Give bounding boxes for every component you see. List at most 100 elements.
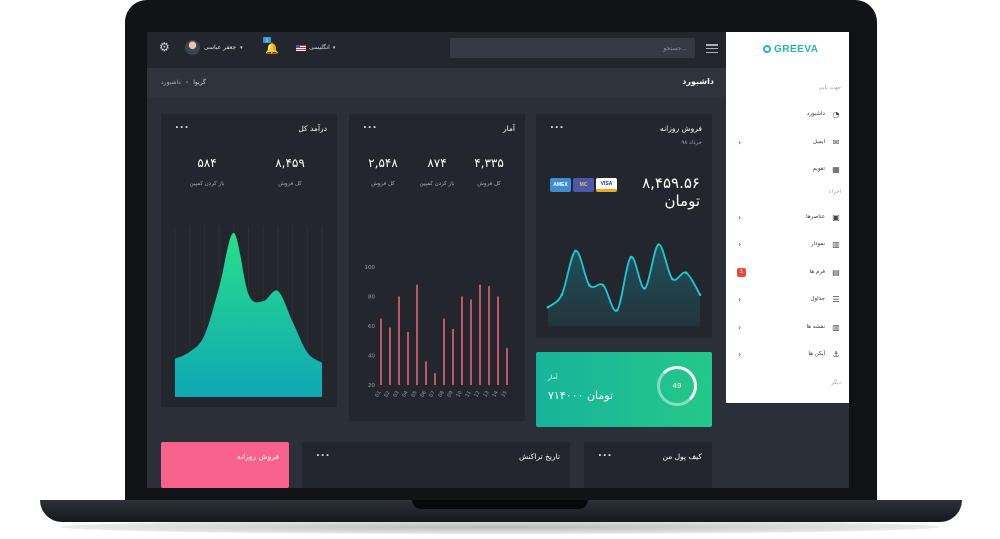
- x-tick-label: 04: [401, 390, 409, 399]
- data-point: [588, 283, 591, 287]
- chevron-left-icon: ‹: [738, 294, 742, 304]
- x-tick-label: 09: [446, 390, 454, 399]
- sidebar-item-label: فرم ها: [809, 269, 825, 275]
- sidebar-item-forms[interactable]: ▤ فرم ها 1: [734, 266, 841, 278]
- summary-amount: ۷۱۴۰۰۰ تومان: [548, 389, 614, 402]
- dashboard-screen: انگلیسی ▾ 🔔 1 جعفر عباسی ▾ ⚙ داشبورد داش…: [147, 32, 849, 488]
- sidebar-item-label: ایمیل: [812, 139, 825, 145]
- data-point: [698, 293, 702, 296]
- sidebar-item-email[interactable]: ✉ ایمیل ‹: [734, 136, 841, 148]
- data-point: [601, 283, 605, 287]
- sidebar-item-label: نمودار: [810, 241, 825, 247]
- daily-sales-card: فروش روزانه خرداد ۹۸ ... ۸,۴۵۹.۵۶ تومان: [536, 114, 712, 338]
- brand-logo[interactable]: GREEVA: [763, 42, 819, 56]
- speedometer-icon: ◔: [832, 109, 840, 119]
- logo-mark-icon: [763, 45, 771, 53]
- breadcrumb: داشبورد › گریوا: [161, 79, 206, 86]
- sidebar-item-icons[interactable]: ⚓ آیکن ها ‹: [734, 348, 841, 360]
- language-selector[interactable]: انگلیسی ▾: [296, 44, 335, 51]
- anchor-icon: ⚓: [832, 349, 840, 359]
- laptop-shadow: [60, 520, 940, 534]
- user-name: جعفر عباسی: [204, 44, 237, 51]
- x-tick-label: 11: [464, 390, 472, 399]
- sidebar-item-dashboard[interactable]: ◔ داشبورد: [734, 108, 841, 120]
- total-income-card: درآمد کل ... ۸,۴۵۹ کل فروش ۵۸۴ باز کردن …: [161, 114, 337, 407]
- bar-chart-icon: ▥: [832, 239, 840, 249]
- x-tick-label: 13: [482, 390, 490, 399]
- map-icon: ▥: [832, 322, 840, 332]
- sidebar-item-calendar[interactable]: ▦ تقویم: [734, 163, 841, 175]
- document-icon: ▤: [832, 267, 840, 277]
- chevron-left-icon: ‹: [738, 212, 742, 222]
- sidebar-item-label: تقویم: [812, 166, 825, 172]
- sidebar-item-tables[interactable]: ☰ جداول ‹: [734, 293, 841, 305]
- x-tick-label: 14: [491, 390, 499, 399]
- x-tick-label: 15: [500, 390, 508, 399]
- breadcrumb-item[interactable]: گریوا: [193, 79, 206, 86]
- visa-card-icon: VISA: [596, 178, 617, 192]
- x-tick-label: 12: [473, 390, 481, 399]
- x-tick-label: 02: [383, 390, 391, 399]
- sidebar-item-label: جداول: [810, 296, 825, 302]
- x-tick-label: 08: [437, 390, 445, 399]
- more-menu-icon[interactable]: ...: [316, 448, 330, 459]
- calendar-icon: ▦: [832, 164, 840, 174]
- sidebar-item-label: داشبورد: [806, 111, 825, 117]
- x-tick-label: 03: [392, 390, 400, 399]
- card-title: فروش روزانه: [237, 452, 279, 461]
- more-menu-icon[interactable]: ...: [598, 448, 612, 459]
- x-tick-label: 10: [455, 390, 463, 399]
- data-point: [671, 277, 674, 281]
- bell-icon[interactable]: 🔔: [265, 42, 279, 55]
- sidebar-item-maps[interactable]: ▥ نقشه ها ‹: [734, 321, 841, 333]
- envelope-icon: ✉: [832, 137, 840, 147]
- page-title: داشبورد: [682, 77, 714, 86]
- y-tick-label: 80: [368, 295, 375, 301]
- briefcase-icon: ▣: [832, 212, 840, 222]
- daily-sales-bottom-card: فروش روزانه: [161, 442, 289, 488]
- user-menu[interactable]: جعفر عباسی ▾: [185, 40, 243, 55]
- data-point: [574, 249, 577, 253]
- chevron-left-icon: ‹: [738, 322, 742, 332]
- progress-ring: 49: [657, 366, 697, 406]
- summary-label: آمار: [548, 374, 558, 381]
- y-tick-label: 20: [368, 383, 375, 389]
- data-point: [615, 309, 619, 312]
- x-tick-label: 07: [428, 390, 436, 399]
- sidebar-item-label: نقشه ها: [806, 324, 826, 330]
- x-tick-label: 01: [374, 390, 382, 399]
- transactions-card: تاریخ تراکنش ...: [302, 442, 570, 488]
- search-input[interactable]: [450, 38, 695, 58]
- card-title: تاریخ تراکنش: [518, 452, 560, 461]
- breadcrumb-separator: ›: [185, 79, 189, 86]
- wallet-card: کیف پول من ...: [584, 442, 712, 488]
- y-tick-label: 40: [368, 354, 375, 360]
- sidebar: GREEVA جهت یابی ◔ داشبورد ✉ ایمیل ‹ ▦ تق…: [726, 32, 849, 403]
- menu-toggle-icon[interactable]: [706, 44, 718, 53]
- sidebar-section-title: اجزاء: [828, 189, 841, 195]
- sidebar-item-elements[interactable]: ▣ عناصرها ‹: [734, 211, 841, 223]
- amex-card-icon: AMEX: [550, 178, 571, 192]
- avatar: [185, 40, 200, 55]
- data-point: [546, 305, 550, 309]
- daily-sales-line-chart: [546, 243, 702, 326]
- list-icon: ☰: [832, 294, 840, 304]
- sidebar-item-label: آیکن ها: [808, 351, 825, 357]
- stats-card: آمار ... ۴,۳۳۵ کل فروش ۸۷۴ باز کردن کمپی…: [349, 114, 525, 421]
- progress-value: 49: [672, 382, 682, 390]
- breadcrumb-item[interactable]: داشبورد: [161, 79, 181, 86]
- income-area-chart: [174, 226, 323, 397]
- chevron-down-icon: ▾: [240, 44, 243, 51]
- sidebar-badge: 1: [737, 267, 746, 277]
- us-flag-icon: [296, 44, 306, 51]
- sidebar-item-charts[interactable]: ▥ نمودار ‹: [734, 238, 841, 250]
- language-label: انگلیسی: [309, 44, 330, 51]
- chevron-down-icon: ▾: [332, 44, 336, 51]
- gear-icon[interactable]: ⚙: [159, 41, 170, 53]
- brand-name: GREEVA: [774, 43, 819, 55]
- income-summary-card: آمار ۷۱۴۰۰۰ تومان 49: [536, 352, 712, 427]
- sidebar-item-label: عناصرها: [806, 214, 825, 220]
- top-bar: انگلیسی ▾ 🔔 1 جعفر عباسی ▾ ⚙: [147, 32, 726, 68]
- chevron-left-icon: ‹: [738, 137, 742, 147]
- laptop-notch: [412, 500, 588, 509]
